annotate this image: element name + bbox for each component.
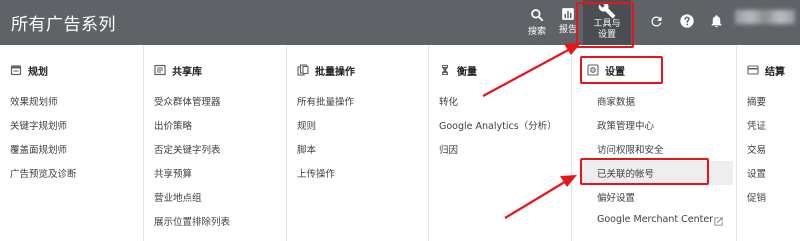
arrow-to-linked-accounts xyxy=(504,175,577,219)
arrow-to-tools xyxy=(482,43,581,97)
annotation-arrows xyxy=(482,43,581,219)
